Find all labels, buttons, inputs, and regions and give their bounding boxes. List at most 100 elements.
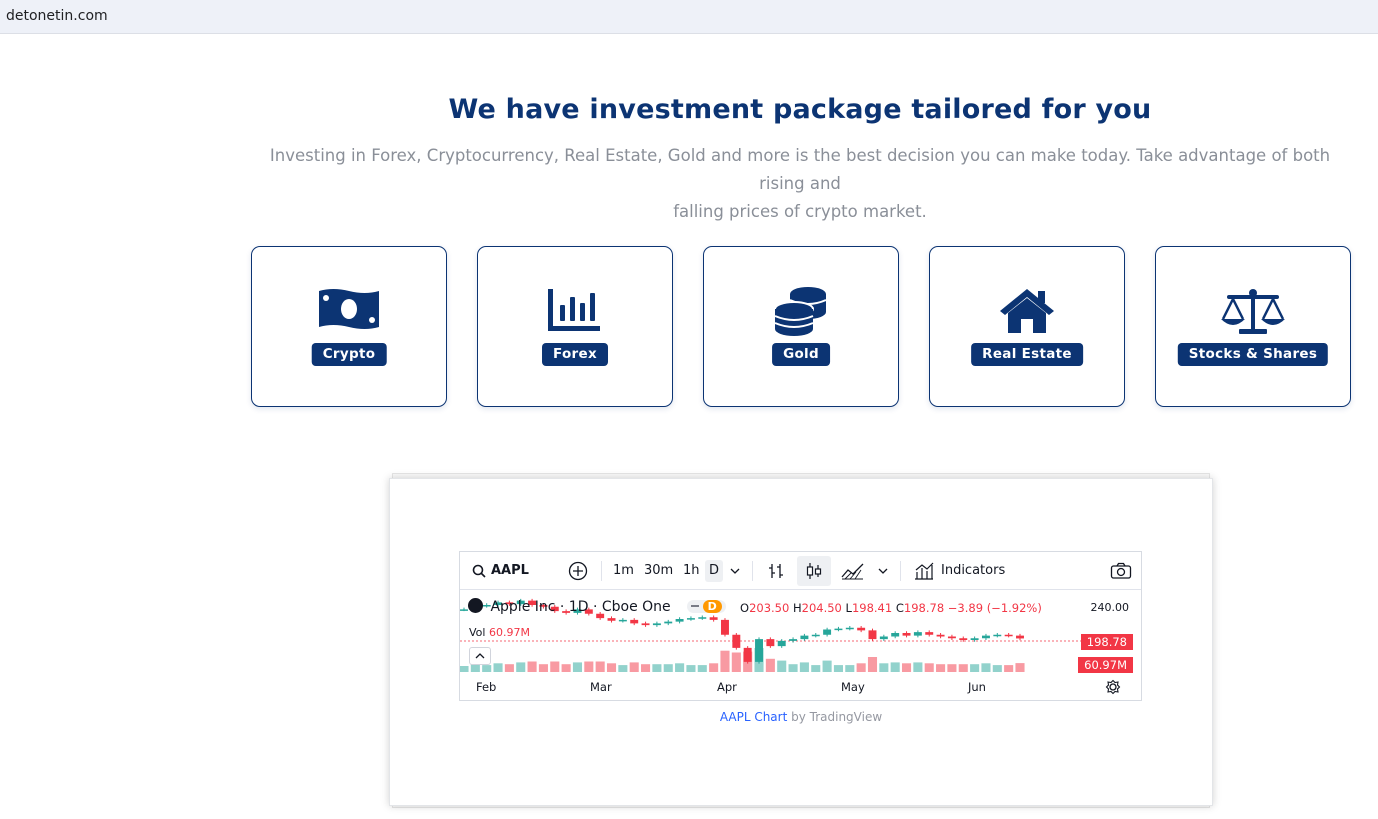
volume-bar [958,664,968,672]
volume-bar [652,664,662,672]
package-card-crypto[interactable]: Crypto [251,246,447,407]
volume-bar [527,661,537,672]
interval-30m[interactable]: 30m [644,560,673,582]
volume-bar [924,663,934,672]
volume-bar [460,666,469,672]
candle-body [777,640,786,647]
candle-body [675,619,684,622]
volume-bar [799,662,809,672]
volume-bar [516,662,526,672]
volume-value: 60.97M [488,626,530,639]
chart-toolbar: AAPL 1m 30m 1h D Indicators [460,552,1141,590]
url-text[interactable]: detonetin.com [6,8,108,24]
x-tick-may: May [841,680,865,694]
apple-logo-icon [468,598,483,613]
ohlc-o-label: O [740,601,750,615]
chart-style-chevron-down-icon[interactable] [878,560,888,582]
volume-tag: 60.97M [1078,657,1133,673]
indicators-icon[interactable] [914,560,934,582]
candle-body [947,636,956,639]
symbol-search-icon[interactable] [472,560,486,582]
candle-body [789,639,798,641]
ohlc-high: 204.50 [801,601,842,615]
candle-body [925,632,934,635]
volume-bar [641,664,651,672]
interval-1m[interactable]: 1m [613,560,634,582]
subtitle-line-2: falling prices of crypto market. [673,202,927,221]
candle-body [936,634,945,637]
package-card-gold[interactable]: Gold [703,246,899,407]
ohlc-open: 203.50 [749,601,790,615]
candle-body [868,630,877,640]
volume-bar [788,664,798,672]
interval-dropdown-chevron-down-icon[interactable] [730,560,740,582]
volume-bar [675,663,685,672]
candle-body [686,618,695,620]
candle-body [1016,635,1024,639]
candle-body [811,634,820,637]
ohlc-h-label: H [792,601,802,615]
volume-bar [731,652,741,672]
volume-bar [765,658,775,672]
candles-style-icon[interactable] [797,556,831,586]
candle-body [664,621,673,624]
browser-address-bar[interactable]: detonetin.com [0,0,1378,34]
symbol-search-button[interactable]: AAPL [491,560,529,582]
aapl-chart-link[interactable]: AAPL Chart [720,710,787,724]
chart-settings-gear-icon[interactable] [1105,679,1121,699]
interval-1h[interactable]: 1h [683,560,700,582]
volume-label: Vol [469,626,486,639]
area-style-icon[interactable] [841,560,865,582]
candle-body [845,627,854,630]
volume-bar [845,665,855,672]
x-tick-feb: Feb [476,680,497,694]
volume-bar [879,663,889,672]
snapshot-camera-icon[interactable] [1110,560,1132,582]
package-label-stocks-shares: Stocks & Shares [1177,343,1329,366]
volume-bar [629,662,639,672]
last-price-tag: 198.78 [1080,634,1133,650]
compare-symbol-icon[interactable] [568,560,588,582]
money-bill-icon [252,287,446,337]
toolbar-divider [900,561,901,581]
package-label-real-estate: Real Estate [971,343,1083,366]
candle-body [743,647,752,662]
candle-body [630,619,639,624]
package-card-real-estate[interactable]: Real Estate [929,246,1125,407]
interval-d[interactable]: D [705,560,724,582]
candle-body [902,633,911,636]
coins-icon [704,285,898,336]
candle-body [607,618,616,621]
attribution-suffix: by TradingView [787,710,883,724]
volume-bar [720,650,730,672]
volume-bar [1004,665,1014,672]
volume-bar [856,663,866,672]
tradingview-widget[interactable]: AAPL 1m 30m 1h D Indicators Apple Inc · … [459,551,1142,701]
candle-body [891,633,900,637]
candle-body [970,638,979,640]
legend-title: Apple Inc · 1D · Cboe One [490,599,671,615]
collapse-legend-chevron-up-icon[interactable] [469,647,491,665]
price-axis-top-label: 240.00 [1090,601,1130,614]
candle-body [879,636,888,640]
ohlc-low: 198.41 [851,601,893,615]
candle-body [800,635,809,640]
volume-bar [482,665,492,672]
package-card-stocks-shares[interactable]: Stocks & Shares [1155,246,1351,407]
bar-style-icon[interactable] [768,560,784,582]
market-status-dash [691,605,700,607]
volume-bar [833,665,843,672]
series-legend: Apple Inc · 1D · Cboe One D [468,598,726,615]
volume-bar [867,657,878,672]
volume-bar [777,660,787,672]
volume-bar [936,664,946,672]
candle-body [698,617,707,619]
volume-bar [550,661,560,672]
volume-bar [538,664,548,672]
volume-bar [606,663,617,672]
package-card-forex[interactable]: Forex [477,246,673,407]
indicators-button[interactable]: Indicators [941,560,1005,582]
candle-body [913,632,922,636]
package-label-crypto: Crypto [311,343,387,366]
volume-bar [595,661,605,672]
